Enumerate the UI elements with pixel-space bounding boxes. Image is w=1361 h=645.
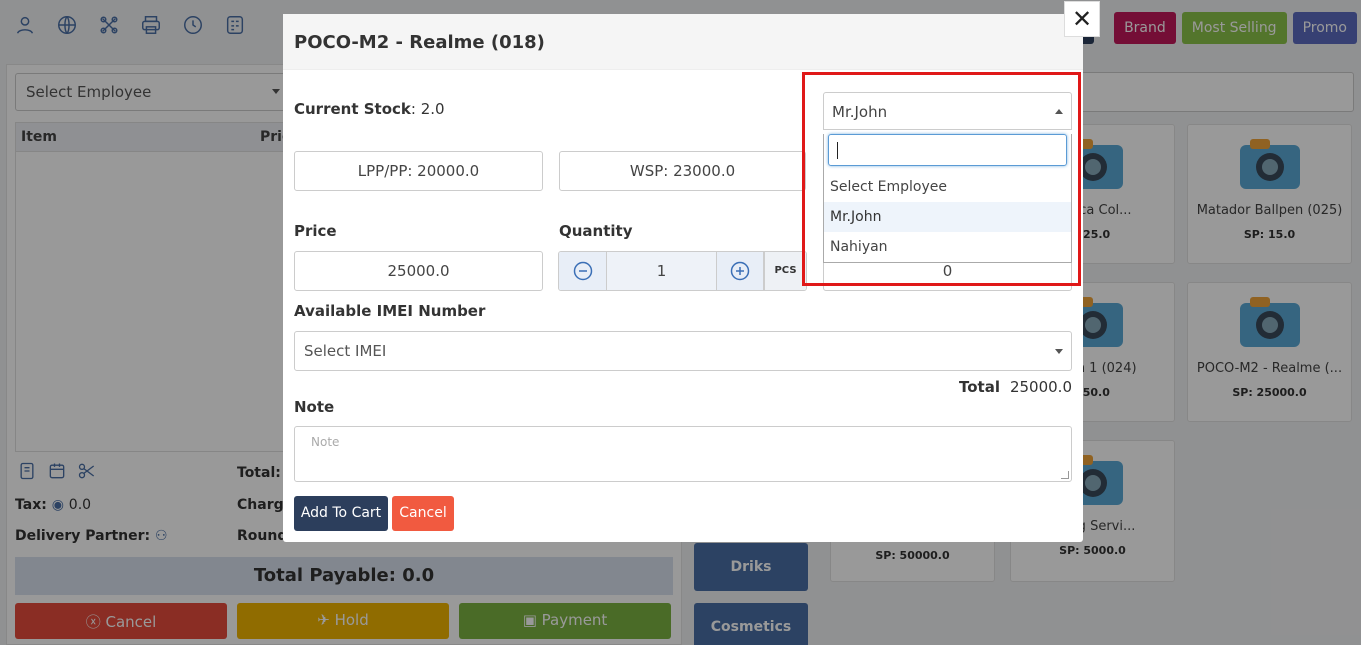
quantity-stepper: 1 PCS <box>558 251 807 291</box>
modal-total-value: 25000.0 <box>1009 378 1072 396</box>
imei-select-value: Select IMEI <box>304 342 387 360</box>
modal-title: POCO-M2 - Realme (018) <box>294 32 545 53</box>
plus-icon[interactable] <box>717 252 764 290</box>
quantity-label: Quantity <box>559 222 633 240</box>
price-input[interactable]: 25000.0 <box>294 251 543 291</box>
note-placeholder: Note <box>311 435 340 449</box>
note-label: Note <box>294 398 335 416</box>
add-to-cart-button[interactable]: Add To Cart <box>294 496 388 531</box>
current-stock-label: Current Stock <box>294 100 411 118</box>
minus-icon[interactable] <box>559 252 606 290</box>
quantity-input[interactable]: 1 <box>606 252 717 290</box>
note-textarea[interactable]: Note <box>294 426 1072 482</box>
imei-label: Available IMEI Number <box>294 302 486 320</box>
close-icon[interactable]: ✕ <box>1064 1 1100 37</box>
current-stock: Current Stock: 2.0 <box>294 100 445 118</box>
highlight-box <box>802 72 1081 286</box>
imei-select[interactable]: Select IMEI <box>294 331 1072 371</box>
modal-header: POCO-M2 - Realme (018) <box>283 14 1083 70</box>
lpp-field: LPP/PP: 20000.0 <box>294 151 543 191</box>
modal-total-label: Total <box>958 378 1000 396</box>
modal-total: Total 25000.0 <box>959 378 1072 396</box>
unit-label: PCS <box>764 252 806 290</box>
cancel-button[interactable]: Cancel <box>392 496 454 531</box>
chevron-down-icon <box>1055 349 1063 354</box>
price-label: Price <box>294 222 337 240</box>
wsp-field: WSP: 23000.0 <box>559 151 806 191</box>
resize-grip-icon[interactable] <box>1061 471 1069 479</box>
current-stock-value: : 2.0 <box>410 100 445 118</box>
